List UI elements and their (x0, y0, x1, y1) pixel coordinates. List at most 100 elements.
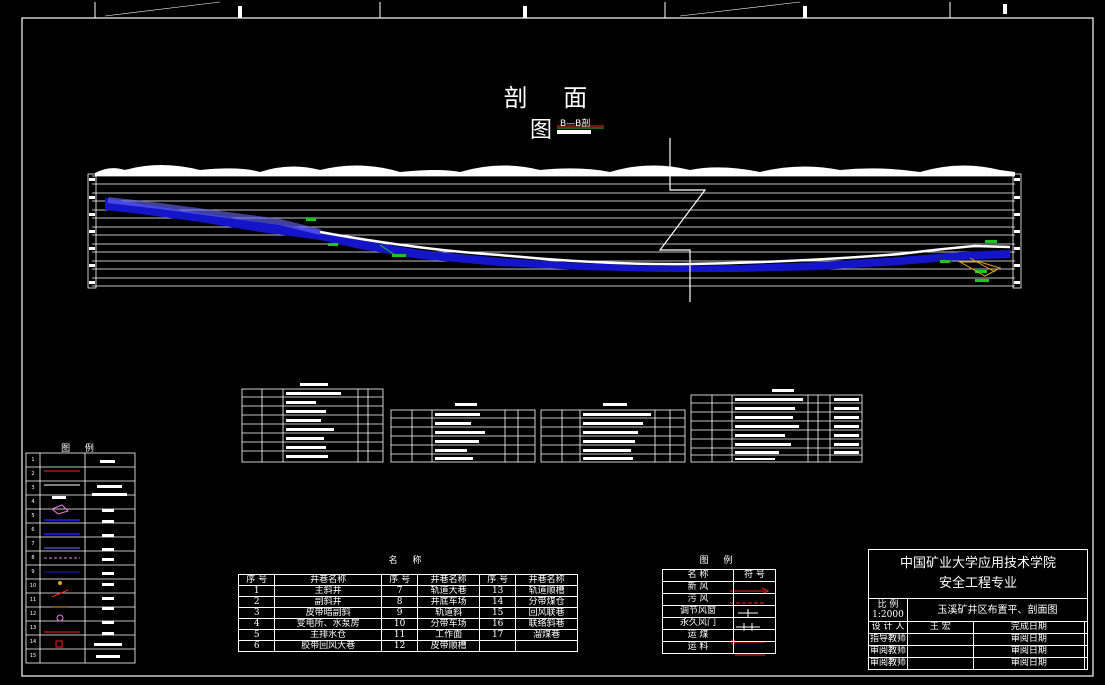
names-cell: 胶带回风大巷 (274, 640, 382, 652)
names-cell: 7 (380, 585, 419, 597)
table-row: 1 主斜井 7 轨道大巷 13 轨道顺槽 (237, 585, 578, 597)
school-name: 中国矿业大学应用技术学院 (899, 556, 1056, 571)
names-table-caption: 名 称 (388, 556, 428, 566)
left-legend-symbols (44, 460, 127, 658)
names-cell: 井底车场 (417, 596, 480, 608)
scale-value: 1:2000 (872, 610, 904, 620)
section-title: 剖 面 (503, 84, 602, 112)
major-name: 安全工程专业 (938, 576, 1017, 591)
names-cell: 主排水仓 (274, 629, 382, 641)
names-cell: 15 (478, 607, 517, 619)
left-legend-table (25, 452, 136, 664)
names-cell (515, 640, 578, 652)
table-row: 5 主排水仓 11 工作面 17 溜煤巷 (237, 629, 578, 641)
legend-row: 永久风门 (661, 617, 776, 630)
names-cell: 12 (380, 640, 419, 652)
equipment-table-fill (286, 383, 859, 460)
names-cell: 副斜井 (274, 596, 382, 608)
left-legend-number: 8 (31, 555, 35, 561)
names-header-2: 序 号 (380, 574, 419, 586)
legend-symbol-cell (733, 641, 776, 654)
names-cell: 溜煤巷 (515, 629, 578, 641)
left-legend-number: 14 (29, 639, 37, 645)
left-legend-number: 6 (31, 527, 35, 533)
names-cell: 17 (478, 629, 517, 641)
tb-r2c3: 审阅日期 (972, 633, 1085, 646)
names-cell: 皮带顺槽 (417, 640, 480, 652)
table-row: 4 变电所、水泵房 10 分带车场 16 联络斜巷 (237, 618, 578, 630)
names-cell: 13 (478, 585, 517, 597)
names-header-1: 井巷名称 (274, 574, 382, 586)
legend-name: 调节风窗 (661, 605, 735, 618)
legend-table: 名 称符 号 新 风污 风调节风窗 永久风门运 煤运 料 (661, 569, 776, 654)
names-cell: 4 (237, 618, 276, 630)
legend-header-0: 名 称 (661, 569, 735, 582)
names-cell: 变电所、水泵房 (274, 618, 382, 630)
names-cell: 轨道斜 (417, 607, 480, 619)
tb-r1c2: 王 宏 (907, 621, 974, 634)
names-cell: 16 (478, 618, 517, 630)
section-title-line2: 图 (530, 118, 553, 143)
section-profile (87, 125, 1022, 302)
left-legend-numbers: 1 2 3 4 5 6 7 8 9 10 11 12 13 14 15 (26, 453, 40, 663)
tb-r1c1: 设 计 人 (868, 621, 908, 634)
left-legend-number: 5 (31, 513, 35, 519)
names-cell: 10 (380, 618, 419, 630)
names-table: 序 号井巷名称序 号井巷名称序 号井巷名称 1 主斜井 7 轨道大巷 13 轨道顺槽 2 副斜… (237, 574, 578, 652)
legend-row: 调节风窗 (661, 605, 776, 618)
legend-name: 永久风门 (661, 617, 735, 630)
cad-drawing-sheet: 剖 面 图 B—B剖 图 例 1 2 3 4 5 6 7 8 9 10 11 12 13 14 15 名 称… (0, 0, 1105, 685)
names-cell: 轨道顺槽 (515, 585, 578, 597)
names-header-4: 序 号 (478, 574, 517, 586)
left-legend-number: 15 (29, 653, 37, 659)
drawing-name: 玉溪矿井区布置平、剖面图 (907, 598, 1088, 622)
left-legend-number: 10 (29, 583, 37, 589)
table-row: 2 副斜井 8 井底车场 14 分带煤仓 (237, 596, 578, 608)
names-cell: 2 (237, 596, 276, 608)
names-cell: 分带煤仓 (515, 596, 578, 608)
tb-r2c2 (907, 633, 974, 646)
names-cell: 3 (237, 607, 276, 619)
terrain-surface (95, 165, 1015, 176)
tb-r2c1: 指导教师 (868, 633, 908, 646)
names-cell: 6 (237, 640, 276, 652)
tb-r4c3: 审阅日期 (972, 657, 1085, 670)
legend-row: 运 料 (661, 641, 776, 654)
names-cell: 8 (380, 596, 419, 608)
left-legend-number: 11 (29, 597, 37, 603)
left-legend-number: 12 (29, 611, 37, 617)
title-block: 中国矿业大学应用技术学院 安全工程专业 比 例 1:2000 玉溪矿井区布置平、… (868, 549, 1089, 670)
left-legend-number: 2 (31, 471, 35, 477)
left-legend-title: 图 例 (61, 444, 100, 454)
strata-lines (92, 175, 1015, 287)
section-tag: B—B剖 (560, 119, 591, 129)
legend-table-caption: 图 例 (699, 556, 739, 566)
legend-symbol-cell (733, 617, 776, 630)
tb-r4c1: 审阅教师 (868, 657, 908, 670)
legend-name: 污 风 (661, 593, 735, 606)
names-header-5: 井巷名称 (515, 574, 578, 586)
top-ruler (94, 1, 1007, 18)
legend-symbol-cell (733, 605, 776, 618)
section-break-line (658, 138, 707, 302)
names-cell: 皮带暗副斜 (274, 607, 382, 619)
names-cell: 14 (478, 596, 517, 608)
legend-symbol-cell (733, 629, 776, 642)
legend-header-1: 符 号 (733, 569, 776, 582)
table-row: 3 皮带暗副斜 9 轨道斜 15 回风联巷 (237, 607, 578, 619)
names-cell: 1 (237, 585, 276, 597)
left-legend-number: 1 (31, 457, 35, 463)
legend-name: 新 风 (661, 581, 735, 594)
tb-r3c3: 审阅日期 (972, 645, 1085, 658)
legend-symbol-cell (733, 581, 776, 594)
names-cell: 11 (380, 629, 419, 641)
left-legend-number: 13 (29, 625, 37, 631)
names-cell: 回风联巷 (515, 607, 578, 619)
tb-r3c2 (907, 645, 974, 658)
names-cell: 分带车场 (417, 618, 480, 630)
names-cell: 轨道大巷 (417, 585, 480, 597)
names-header-0: 序 号 (237, 574, 276, 586)
left-legend-number: 4 (31, 499, 35, 505)
tb-r1c3: 完成日期 (972, 621, 1085, 634)
legend-symbol-cell (733, 593, 776, 606)
